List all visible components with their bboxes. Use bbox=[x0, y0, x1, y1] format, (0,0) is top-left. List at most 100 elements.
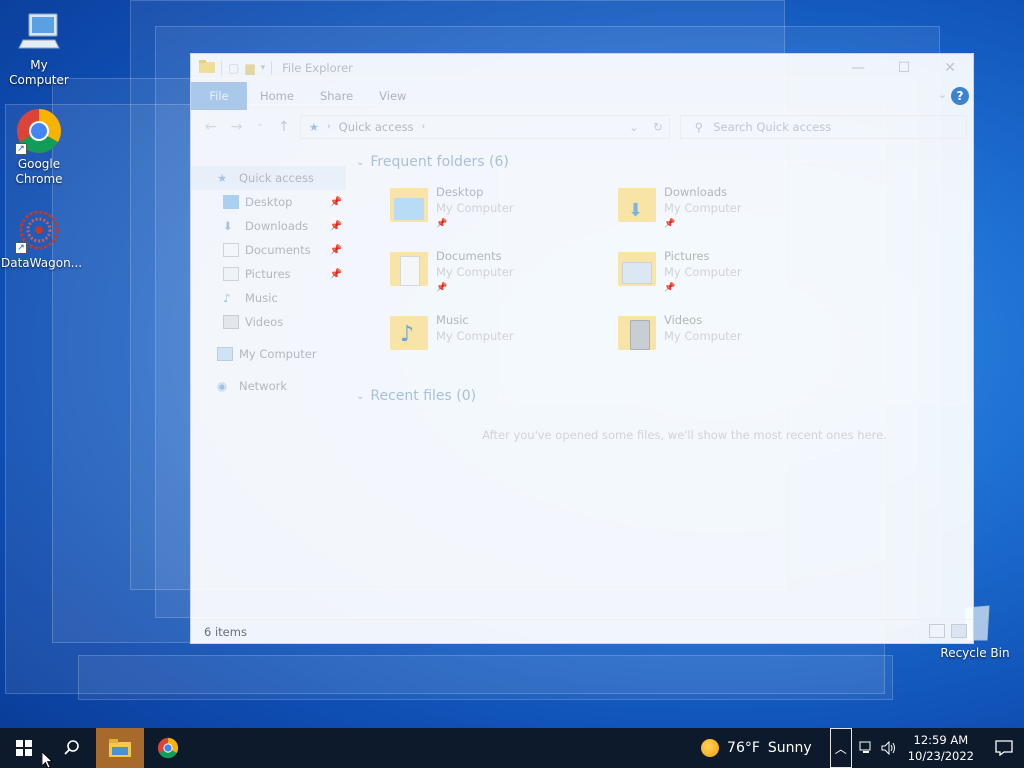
datawagon-icon: ↗ bbox=[15, 206, 63, 254]
nav-item-label: Music bbox=[245, 291, 278, 305]
folder-location: My Computer bbox=[664, 265, 742, 279]
computer-icon bbox=[15, 8, 63, 56]
nav-item-pictures[interactable]: Pictures 📌 bbox=[191, 262, 346, 286]
breadcrumb-separator-icon: › bbox=[327, 122, 331, 132]
nav-item-videos[interactable]: Videos bbox=[191, 310, 346, 334]
nav-item-label: Quick access bbox=[239, 171, 314, 185]
address-field[interactable]: ★ › Quick access › ⌄ ↻ bbox=[299, 115, 670, 139]
quick-access-toolbar: ▢ ▆ ▾ bbox=[199, 59, 273, 77]
recent-files-header[interactable]: ⌄ Recent files (0) bbox=[356, 388, 973, 404]
pin-icon: 📌 bbox=[329, 196, 342, 208]
up-arrow-icon[interactable]: ↑ bbox=[278, 119, 290, 135]
nav-item-label: Documents bbox=[245, 243, 311, 257]
show-hidden-icons-button[interactable]: ︿ bbox=[829, 728, 852, 768]
nav-item-downloads[interactable]: ⬇ Downloads 📌 bbox=[191, 214, 346, 238]
nav-item-label: My Computer bbox=[239, 347, 317, 361]
nav-item-music[interactable]: ♪ Music bbox=[191, 286, 346, 310]
chrome-icon bbox=[157, 737, 179, 759]
maximize-button[interactable]: ☐ bbox=[881, 54, 927, 82]
chevron-down-icon[interactable]: ▾ bbox=[261, 63, 266, 73]
forward-arrow-icon[interactable]: → bbox=[231, 119, 243, 135]
folder-item-documents[interactable]: Documents My Computer 📌 bbox=[390, 248, 618, 298]
folder-item-music[interactable]: ♪ Music My Computer bbox=[390, 312, 618, 362]
pin-icon: 📌 bbox=[436, 283, 448, 293]
tab-view[interactable]: View bbox=[366, 82, 419, 110]
clock-time: 12:59 AM bbox=[913, 733, 969, 747]
search-icon: ⚲ bbox=[694, 120, 704, 134]
frequent-folders-grid: Desktop My Computer 📌 ⬇ Downloads My Com… bbox=[356, 184, 973, 362]
frequent-folders-header[interactable]: ⌄ Frequent folders (6) bbox=[356, 154, 973, 170]
desktop-icon-google-chrome[interactable]: ↗ Google Chrome bbox=[1, 107, 77, 187]
nav-item-documents[interactable]: Documents 📌 bbox=[191, 238, 346, 262]
pin-icon: 📌 bbox=[436, 219, 448, 229]
folder-icon bbox=[618, 312, 656, 356]
search-field[interactable]: ⚲ Search Quick access bbox=[679, 115, 967, 139]
nav-item-my-computer[interactable]: My Computer bbox=[191, 342, 346, 366]
desktop-icon-datawagon[interactable]: ↗ DataWagon... bbox=[1, 206, 82, 271]
help-icon[interactable]: ? bbox=[951, 87, 969, 105]
window-title: File Explorer bbox=[282, 61, 353, 75]
tab-share[interactable]: Share bbox=[307, 82, 366, 110]
nav-item-label: Network bbox=[239, 379, 288, 393]
folder-item-desktop[interactable]: Desktop My Computer 📌 bbox=[390, 184, 618, 234]
weather-widget[interactable]: 76°F Sunny bbox=[691, 739, 830, 757]
folder-location: My Computer bbox=[436, 201, 514, 215]
folder-icon bbox=[199, 59, 215, 77]
file-explorer-window[interactable]: ▢ ▆ ▾ File Explorer — ☐ ✕ File Home Shar… bbox=[190, 53, 974, 644]
download-icon: ⬇ bbox=[223, 219, 233, 233]
folder-icon bbox=[618, 248, 656, 292]
details-view-icon[interactable] bbox=[929, 624, 945, 638]
ribbon-tabs: File Home Share View ⌄ ? bbox=[191, 82, 973, 110]
folder-icon: ♪ bbox=[390, 312, 428, 356]
folder-item-pictures[interactable]: Pictures My Computer 📌 bbox=[618, 248, 846, 298]
taskbar-file-explorer[interactable] bbox=[96, 728, 144, 768]
folder-icon bbox=[390, 248, 428, 292]
folder-name: Documents bbox=[436, 249, 502, 263]
tab-home[interactable]: Home bbox=[247, 82, 307, 110]
large-icons-view-icon[interactable] bbox=[951, 624, 967, 638]
recent-locations-icon[interactable]: ⌄ bbox=[256, 119, 264, 135]
breadcrumb-quick-access[interactable]: Quick access bbox=[339, 120, 414, 134]
address-bar-row: ← → ⌄ ↑ ★ › Quick access › ⌄ ↻ ⚲ Search … bbox=[191, 110, 973, 144]
close-button[interactable]: ✕ bbox=[927, 54, 973, 82]
section-title: Recent files (0) bbox=[370, 388, 477, 404]
expand-ribbon-icon[interactable]: ⌄ bbox=[938, 88, 947, 101]
search-button[interactable] bbox=[48, 728, 96, 768]
nav-item-label: Videos bbox=[245, 315, 284, 329]
nav-item-quick-access[interactable]: ★ Quick access bbox=[191, 166, 346, 190]
refresh-icon[interactable]: ↻ bbox=[653, 120, 663, 134]
chevron-down-icon: ⌄ bbox=[356, 156, 365, 168]
title-bar[interactable]: ▢ ▆ ▾ File Explorer — ☐ ✕ bbox=[191, 54, 973, 82]
toolbar-separator bbox=[271, 61, 273, 75]
volume-icon[interactable] bbox=[878, 741, 900, 755]
nav-item-label: Downloads bbox=[245, 219, 309, 233]
search-placeholder: Search Quick access bbox=[713, 120, 832, 134]
minimize-button[interactable]: — bbox=[835, 54, 881, 82]
nav-item-desktop[interactable]: Desktop 📌 bbox=[191, 190, 346, 214]
notification-center-button[interactable] bbox=[984, 740, 1024, 756]
taskbar-google-chrome[interactable] bbox=[144, 728, 192, 768]
network-icon[interactable] bbox=[856, 741, 878, 755]
back-arrow-icon[interactable]: ← bbox=[205, 119, 217, 135]
recent-files-empty-message: After you've opened some files, we'll sh… bbox=[482, 428, 887, 442]
folder-item-downloads[interactable]: ⬇ Downloads My Computer 📌 bbox=[618, 184, 846, 234]
music-icon: ♪ bbox=[223, 291, 231, 305]
weather-condition: Sunny bbox=[767, 740, 812, 756]
folder-name: Music bbox=[436, 313, 469, 327]
start-button[interactable] bbox=[0, 728, 48, 768]
folder-item-videos[interactable]: Videos My Computer bbox=[618, 312, 846, 362]
computer-icon bbox=[217, 347, 233, 361]
tab-file[interactable]: File bbox=[191, 82, 247, 110]
properties-icon[interactable]: ▢ bbox=[228, 61, 239, 75]
shortcut-arrow-icon: ↗ bbox=[15, 143, 27, 155]
address-dropdown-icon[interactable]: ⌄ bbox=[629, 120, 639, 134]
desktop-icon bbox=[223, 195, 239, 209]
new-folder-icon[interactable]: ▆ bbox=[245, 61, 254, 75]
nav-item-network[interactable]: ◉ Network bbox=[191, 374, 346, 398]
search-icon bbox=[64, 740, 79, 755]
desktop-icon-my-computer[interactable]: My Computer bbox=[1, 8, 77, 88]
desktop-icon-label: My Computer bbox=[9, 58, 69, 87]
pin-icon: 📌 bbox=[664, 219, 676, 229]
toolbar-separator bbox=[221, 61, 222, 75]
clock[interactable]: 12:59 AM 10/23/2022 bbox=[900, 732, 984, 764]
